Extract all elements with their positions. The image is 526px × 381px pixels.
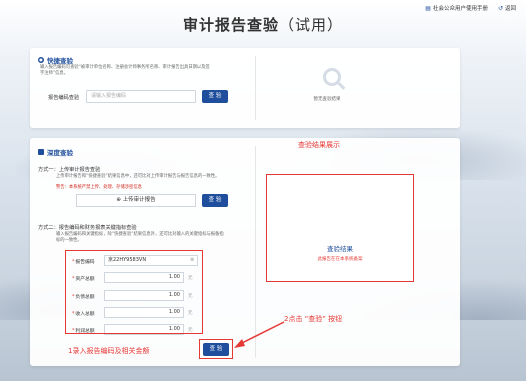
result-panel: 查验结果 此报告在在本系统备案	[266, 174, 414, 282]
quick-check-desc-2: 字注师”信息。	[40, 71, 69, 76]
divider	[255, 56, 256, 120]
annotation-step2: 2点击 “查验” 按钮	[284, 315, 343, 323]
deep-check-title: 深度查验	[38, 147, 73, 157]
top-nav: ▤ 社会公众用户使用手册 ↺ 返回	[425, 4, 516, 12]
quick-check-button[interactable]: 查 验	[202, 90, 228, 103]
quick-check-title: ● 快捷查验	[38, 57, 73, 65]
manual-icon: ▤	[425, 5, 431, 12]
warning-text: 警告：本系统严禁上传、处理、存储涉密信息	[56, 185, 142, 190]
upload-check-button[interactable]: 查 验	[202, 194, 228, 207]
input-highlight-box	[65, 250, 203, 334]
back-icon: ↺	[497, 5, 503, 12]
button-highlight-box	[199, 339, 233, 359]
method1-desc: 上传审计报告和“快捷查验”结果信息中，还可比对上传审计报告与报告信息的一致性。	[56, 174, 220, 179]
page-title: 审计报告查验（试用）	[182, 16, 344, 34]
search-icon: ●	[38, 57, 44, 63]
edit-icon	[38, 149, 44, 155]
upload-icon: ⊕	[116, 197, 121, 203]
method2-title: 方式二：报告编码和财务报表关键指标查验	[38, 225, 137, 231]
annotation-arrow	[234, 321, 285, 348]
empty-result: 暂无查验结果	[312, 68, 352, 102]
method2-desc-2: 标的一致性。	[56, 238, 82, 243]
annotation-result-display: 查验结果展示	[298, 141, 340, 149]
upload-report-button[interactable]: ⊕ 上传审计报告	[76, 194, 196, 207]
back-link[interactable]: ↺ 返回	[498, 4, 516, 12]
report-code-label: 报告编码查验	[48, 95, 80, 101]
report-code-input[interactable]: 请输入报告编码	[86, 90, 196, 103]
magnifier-icon	[323, 68, 341, 86]
method1-title: 方式一：上传审计报告查验	[38, 167, 101, 173]
annotation-step1: 1录入报告编码及相关金额	[68, 347, 150, 355]
quick-check-panel: ● 快捷查验 输入报告编码可查验“被审计单位名称、注册会计师事务所名称、审计报告…	[30, 48, 460, 128]
user-manual-link[interactable]: ▤ 社会公众用户使用手册	[425, 4, 488, 12]
